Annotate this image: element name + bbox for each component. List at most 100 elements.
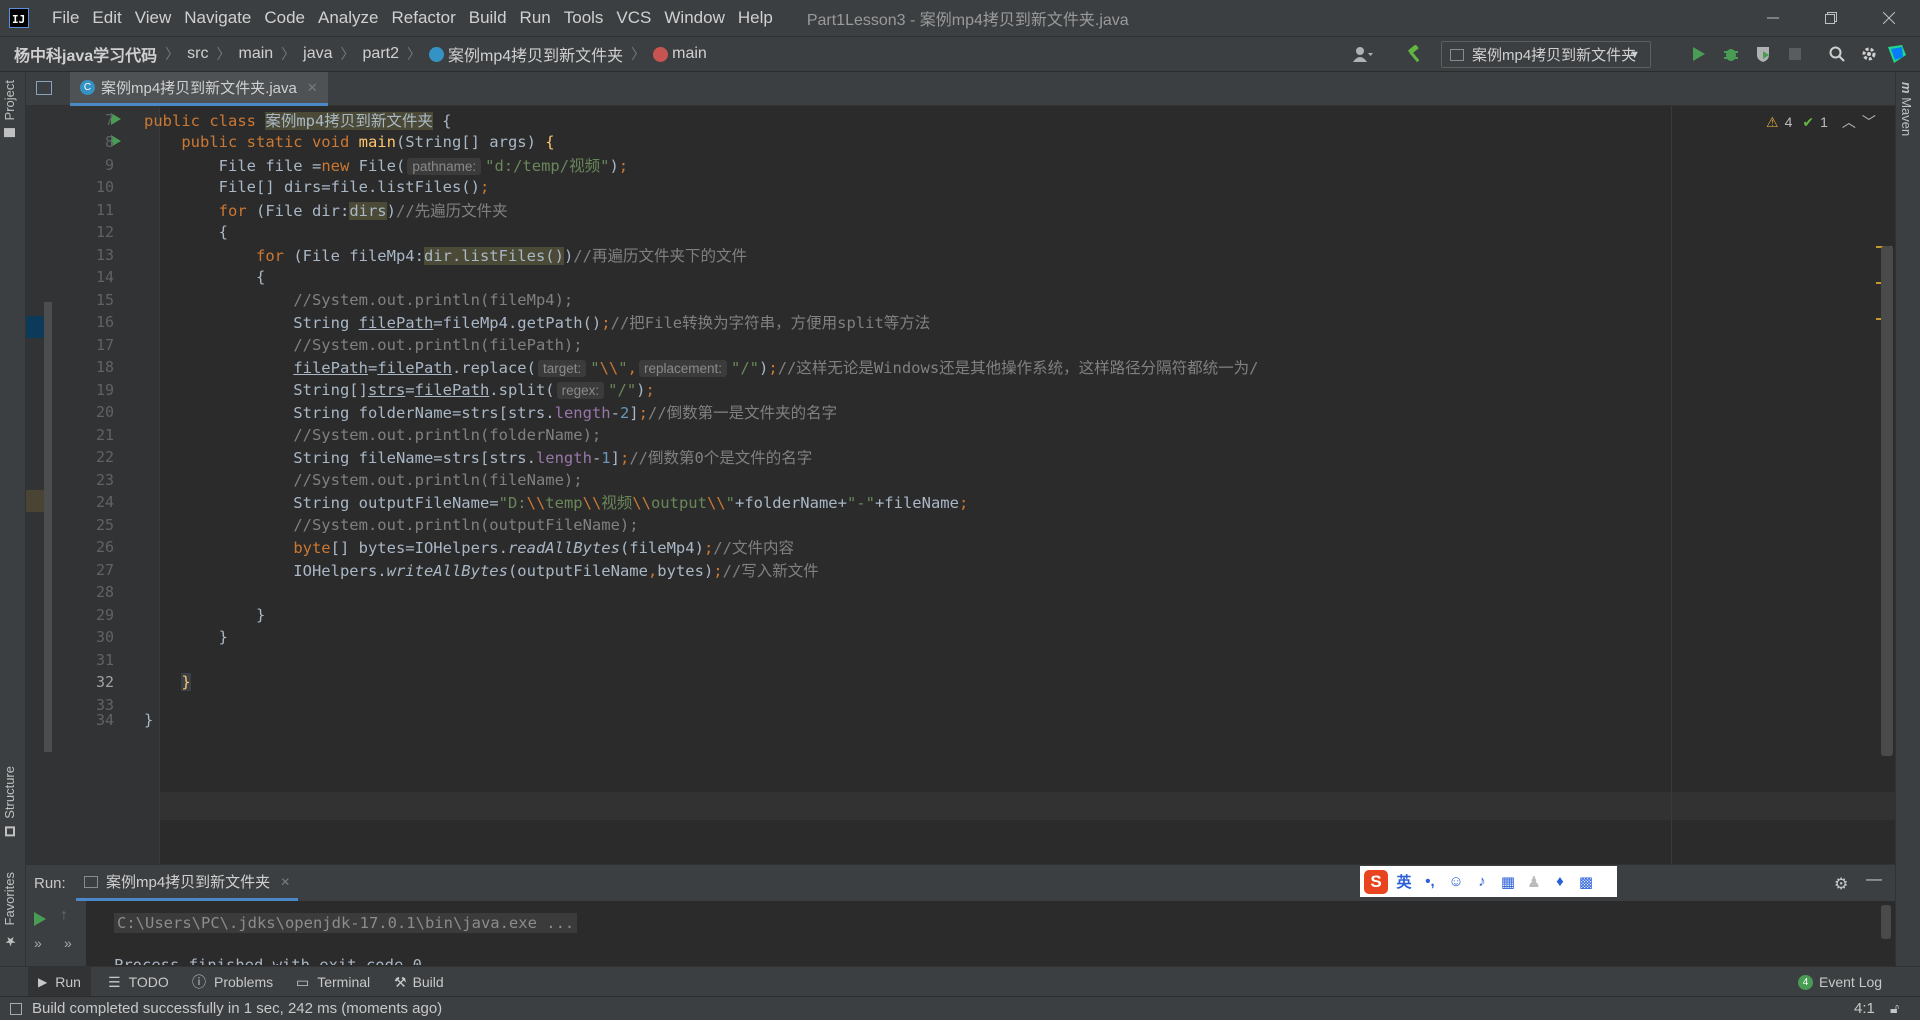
menu-code[interactable]: Code <box>264 8 305 28</box>
breadcrumb-part2[interactable]: part2 <box>363 45 399 63</box>
settings-gear-icon[interactable]: ⚙ <box>1834 874 1848 894</box>
menu-run[interactable]: Run <box>520 8 551 28</box>
build-hammer-icon: ⚒ <box>394 973 407 990</box>
microphone-icon[interactable]: ♪ <box>1472 873 1492 890</box>
menu-navigate[interactable]: Navigate <box>184 8 251 28</box>
code-line: String folderName=strs[strs.length-2];//… <box>144 404 838 423</box>
lock-icon[interactable]: 🔓︎ <box>1890 1000 1899 1017</box>
todo-tool-label: TODO <box>128 974 169 990</box>
todo-tool-button[interactable]: ☰ TODO <box>108 967 169 997</box>
chevron-right-icon: 〉 <box>216 46 231 62</box>
arrow-up-icon[interactable]: ↑ <box>60 907 68 925</box>
code-line: } <box>144 710 154 729</box>
code-editor[interactable]: 7 public class 案例mp4拷贝到新文件夹 { 8 public st… <box>26 106 1895 864</box>
code-line: { <box>144 223 228 242</box>
more-icon[interactable]: » <box>64 935 72 951</box>
structure-tool-tab[interactable]: Structure <box>2 766 17 837</box>
hide-panel-icon[interactable]: — <box>1866 871 1882 889</box>
ime-toolbar[interactable]: S 英 •, ☺ ♪ ▦ ♟ ♦ ▩ <box>1360 866 1617 897</box>
keyboard-icon[interactable]: ▦ <box>1498 873 1518 891</box>
menu-analyze[interactable]: Analyze <box>318 8 378 28</box>
ime-language-toggle[interactable]: 英 <box>1394 871 1414 892</box>
code-line: String filePath=fileMp4.getPath();//把Fil… <box>144 314 931 333</box>
caret-position[interactable]: 4:1 <box>1854 1000 1875 1017</box>
close-tab-icon[interactable]: ✕ <box>307 80 318 96</box>
editor-panel-icon[interactable] <box>36 81 52 95</box>
project-tool-tab[interactable]: Project <box>2 80 17 138</box>
line-number: 18 <box>95 358 114 377</box>
rerun-icon[interactable] <box>33 911 47 927</box>
inspection-widget[interactable]: ⚠ 4 ✔ 1 ︿ ﹀ <box>1766 112 1876 132</box>
punctuation-icon[interactable]: •, <box>1420 873 1440 890</box>
menu-edit[interactable]: Edit <box>92 8 121 28</box>
breadcrumb-class[interactable]: 案例mp4拷贝到新文件夹 <box>448 42 623 66</box>
breadcrumb-main[interactable]: main <box>238 45 273 63</box>
breadcrumb-method[interactable]: main <box>672 45 707 63</box>
emoji-icon[interactable]: ☺ <box>1446 873 1466 890</box>
editor-tab-label: 案例mp4拷贝到新文件夹.java <box>101 80 297 97</box>
favorites-tool-tab[interactable]: ★ Favorites <box>2 872 17 948</box>
close-tab-icon[interactable]: ✕ <box>280 875 290 889</box>
event-log-button[interactable]: 4 Event Log <box>1798 967 1882 997</box>
close-window-icon[interactable] <box>1860 0 1918 36</box>
menu-vcs[interactable]: VCS <box>616 8 651 28</box>
build-tool-button[interactable]: ⚒ Build <box>394 967 444 997</box>
user-icon[interactable]: ♟ <box>1524 873 1544 891</box>
menu-help[interactable]: Help <box>738 8 773 28</box>
status-message[interactable]: Build completed successfully in 1 sec, 2… <box>32 1000 442 1017</box>
code-line: public class 案例mp4拷贝到新文件夹 { <box>144 111 452 130</box>
problems-tool-button[interactable]: ⓘ Problems <box>192 967 273 997</box>
maven-tab-label: Maven <box>1899 97 1914 137</box>
editor-tab-active[interactable]: C 案例mp4拷贝到新文件夹.java ✕ <box>70 72 328 106</box>
menu-file[interactable]: File <box>52 8 79 28</box>
code-line: //System.out.println(fileMp4); <box>293 290 574 309</box>
breadcrumb-java[interactable]: java <box>303 45 332 63</box>
maven-icon: m <box>1899 82 1914 94</box>
search-icon[interactable] <box>1826 43 1848 65</box>
chevron-down-icon[interactable]: ﹀ <box>1862 112 1876 132</box>
list-icon: ☰ <box>108 973 121 990</box>
coverage-icon[interactable] <box>1752 43 1774 65</box>
minimize-icon[interactable] <box>1744 0 1802 36</box>
line-number: 15 <box>95 290 114 309</box>
run-tab[interactable]: 案例mp4拷贝到新文件夹 ✕ <box>76 865 299 901</box>
line-number: 25 <box>95 515 114 534</box>
stop-icon[interactable] <box>1784 43 1806 65</box>
run-tool-button[interactable]: ▶ Run <box>28 967 91 997</box>
run-icon[interactable] <box>1688 43 1710 65</box>
code-line: File file =new File(pathname: "d:/temp/视频… <box>144 156 629 175</box>
terminal-tool-button[interactable]: ▭ Terminal <box>296 967 370 997</box>
toggle-tool-windows-icon[interactable] <box>10 1002 22 1015</box>
debug-icon[interactable] <box>1720 43 1742 65</box>
menu-view[interactable]: View <box>135 8 172 28</box>
breadcrumb-project[interactable]: 杨中科java学习代码 <box>14 42 157 66</box>
method-icon <box>653 46 669 62</box>
left-tool-stripe: Project Structure ★ Favorites <box>0 72 26 966</box>
favorites-tab-label: Favorites <box>2 872 17 926</box>
maven-tool-tab[interactable]: m Maven <box>1899 82 1914 136</box>
console-command-line: C:\Users\PC\.jdks\openjdk-17.0.1\bin\jav… <box>114 913 578 933</box>
chevron-up-icon[interactable]: ︿ <box>1842 112 1856 132</box>
menu-window[interactable]: Window <box>664 8 724 28</box>
chevron-down-icon: ▼ <box>1629 48 1640 61</box>
restore-icon[interactable] <box>1802 0 1860 36</box>
toolbox-icon[interactable] <box>1886 43 1908 65</box>
menu-refactor[interactable]: Refactor <box>391 8 455 28</box>
line-number: 20 <box>95 403 114 422</box>
user-icon[interactable] <box>1352 43 1374 65</box>
code-line: //System.out.println(filePath); <box>293 335 583 354</box>
toolbox-grid-icon[interactable]: ▩ <box>1576 873 1596 891</box>
console-scrollbar[interactable] <box>1881 905 1891 939</box>
code-line: String outputFileName="D:\\temp\\视频\\out… <box>144 494 969 513</box>
run-toolbar: ↑ » » <box>26 901 86 967</box>
menu-tools[interactable]: Tools <box>564 8 604 28</box>
skin-shirt-icon[interactable]: ♦ <box>1550 873 1570 890</box>
settings-gear-icon[interactable] <box>1858 43 1880 65</box>
breadcrumb-src[interactable]: src <box>187 45 208 63</box>
build-hammer-icon[interactable] <box>1404 43 1426 65</box>
editor-scrollbar[interactable] <box>1881 246 1893 756</box>
more-icon[interactable]: » <box>34 935 42 951</box>
run-configuration-select[interactable]: 案例mp4拷贝到新文件夹 ▼ <box>1441 41 1651 68</box>
line-number: 11 <box>95 200 114 219</box>
menu-build[interactable]: Build <box>469 8 507 28</box>
